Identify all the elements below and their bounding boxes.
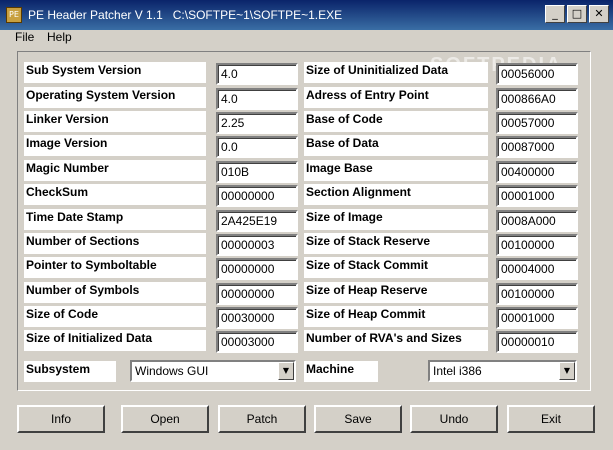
field-label-image-base: Image Base — [304, 160, 488, 181]
open-button[interactable]: Open — [121, 405, 209, 433]
field-label-size-of-heap-reserve: Size of Heap Reserve — [304, 282, 488, 303]
field-label-size-of-uninitialized-data: Size of Uninitialized Data — [304, 62, 488, 83]
field-input-size-of-code[interactable]: 00030000 — [216, 307, 298, 329]
field-label-size-of-image: Size of Image — [304, 209, 488, 230]
machine-label: Machine — [304, 361, 378, 382]
window-controls: _ □ ✕ — [545, 5, 609, 23]
field-input-size-of-initialized-data[interactable]: 00003000 — [216, 331, 298, 353]
menu-file[interactable]: File — [12, 30, 37, 44]
field-label-size-of-stack-commit: Size of Stack Commit — [304, 257, 488, 278]
field-label-section-alignment: Section Alignment — [304, 184, 488, 205]
subsystem-value: Windows GUI — [135, 364, 209, 378]
field-input-time-date-stamp[interactable]: 2A425E19 — [216, 210, 298, 232]
machine-select[interactable]: Intel i386 ▼ — [428, 360, 577, 382]
field-label-linker-version: Linker Version — [24, 111, 206, 132]
field-input-base-of-data[interactable]: 00087000 — [496, 136, 578, 158]
field-label-checksum: CheckSum — [24, 184, 206, 205]
chevron-down-icon[interactable]: ▼ — [559, 362, 575, 380]
close-button[interactable]: ✕ — [589, 5, 609, 23]
field-label-number-of-sections: Number of Sections — [24, 233, 206, 254]
machine-value: Intel i386 — [433, 364, 482, 378]
menu-bar: File Help — [0, 30, 613, 48]
field-input-size-of-stack-reserve[interactable]: 00100000 — [496, 234, 578, 256]
field-input-size-of-heap-commit[interactable]: 00001000 — [496, 307, 578, 329]
field-input-size-of-stack-commit[interactable]: 00004000 — [496, 258, 578, 280]
field-input-size-of-heap-reserve[interactable]: 00100000 — [496, 283, 578, 305]
subsystem-select[interactable]: Windows GUI ▼ — [130, 360, 296, 382]
field-label-base-of-data: Base of Data — [304, 135, 488, 156]
menu-help[interactable]: Help — [44, 30, 75, 44]
title-bar[interactable]: PE PE Header Patcher V 1.1 C:\SOFTPE~1\S… — [0, 0, 613, 30]
field-input-number-of-rvas-and-sizes[interactable]: 00000010 — [496, 331, 578, 353]
field-label-image-version: Image Version — [24, 135, 206, 156]
field-input-magic-number[interactable]: 010B — [216, 161, 298, 183]
field-label-adress-of-entry-point: Adress of Entry Point — [304, 87, 488, 108]
field-input-image-version[interactable]: 0.0 — [216, 136, 298, 158]
field-input-checksum[interactable]: 00000000 — [216, 185, 298, 207]
field-input-base-of-code[interactable]: 00057000 — [496, 112, 578, 134]
field-label-number-of-rvas-and-sizes: Number of RVA's and Sizes — [304, 330, 488, 351]
field-label-size-of-stack-reserve: Size of Stack Reserve — [304, 233, 488, 254]
field-label-size-of-code: Size of Code — [24, 306, 206, 327]
field-input-size-of-image[interactable]: 0008A000 — [496, 210, 578, 232]
field-input-number-of-symbols[interactable]: 00000000 — [216, 283, 298, 305]
minimize-button[interactable]: _ — [545, 5, 565, 23]
field-input-pointer-to-symboltable[interactable]: 00000000 — [216, 258, 298, 280]
undo-button[interactable]: Undo — [410, 405, 498, 433]
app-icon: PE — [6, 7, 22, 23]
field-input-sub-system-version[interactable]: 4.0 — [216, 63, 298, 85]
info-button[interactable]: Info — [17, 405, 105, 433]
field-input-operating-system-version[interactable]: 4.0 — [216, 88, 298, 110]
patch-button[interactable]: Patch — [218, 405, 306, 433]
field-label-sub-system-version: Sub System Version — [24, 62, 206, 83]
field-input-section-alignment[interactable]: 00001000 — [496, 185, 578, 207]
field-label-base-of-code: Base of Code — [304, 111, 488, 132]
maximize-button[interactable]: □ — [567, 5, 587, 23]
field-input-size-of-uninitialized-data[interactable]: 00056000 — [496, 63, 578, 85]
field-label-operating-system-version: Operating System Version — [24, 87, 206, 108]
save-button[interactable]: Save — [314, 405, 402, 433]
field-input-number-of-sections[interactable]: 00000003 — [216, 234, 298, 256]
field-label-pointer-to-symboltable: Pointer to Symboltable — [24, 257, 206, 278]
field-label-magic-number: Magic Number — [24, 160, 206, 181]
field-input-image-base[interactable]: 00400000 — [496, 161, 578, 183]
field-label-number-of-symbols: Number of Symbols — [24, 282, 206, 303]
field-label-time-date-stamp: Time Date Stamp — [24, 209, 206, 230]
exit-button[interactable]: Exit — [507, 405, 595, 433]
field-label-size-of-heap-commit: Size of Heap Commit — [304, 306, 488, 327]
subsystem-label: Subsystem — [24, 361, 116, 382]
window-title: PE Header Patcher V 1.1 C:\SOFTPE~1\SOFT… — [28, 8, 343, 22]
field-input-adress-of-entry-point[interactable]: 000866A0 — [496, 88, 578, 110]
field-input-linker-version[interactable]: 2.25 — [216, 112, 298, 134]
field-label-size-of-initialized-data: Size of Initialized Data — [24, 330, 206, 351]
chevron-down-icon[interactable]: ▼ — [278, 362, 294, 380]
